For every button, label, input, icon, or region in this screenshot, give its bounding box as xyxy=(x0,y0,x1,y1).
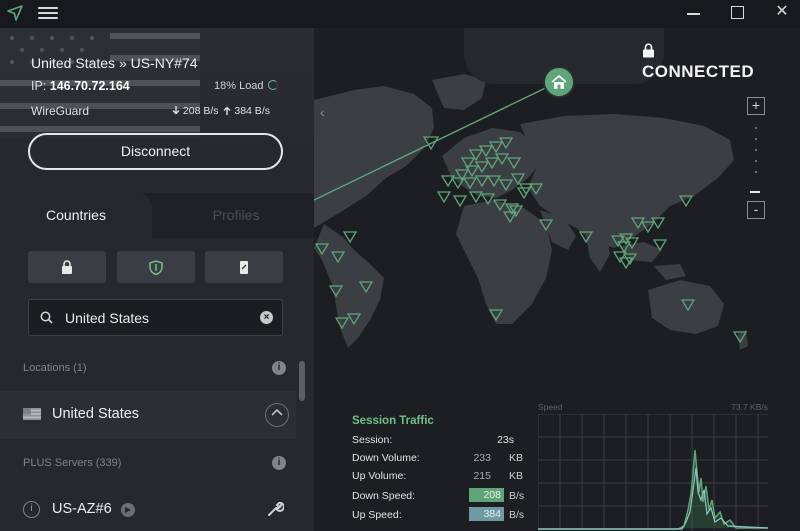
load-text: 18% Load xyxy=(214,80,264,92)
tab-profiles[interactable]: Profiles xyxy=(158,193,314,238)
protocol: WireGuard xyxy=(31,104,90,118)
zoom-out-button[interactable]: - xyxy=(747,201,765,219)
server-load: 18% Load xyxy=(214,80,278,92)
streaming-filter-button[interactable] xyxy=(205,251,283,283)
plus-info-icon[interactable]: i xyxy=(272,456,286,470)
session-traffic-panel: Session Traffic Session: 23s Down Volume… xyxy=(352,410,542,530)
traffic-unit: KB xyxy=(509,452,524,464)
session-traffic-title: Session Traffic xyxy=(352,415,434,427)
traffic-unit: KB xyxy=(509,470,524,482)
lock-icon xyxy=(62,260,72,274)
traffic-unit: B/s xyxy=(509,509,525,521)
zoom-scale-tick xyxy=(755,138,757,140)
traffic-row-session: Session: 23s xyxy=(352,434,542,450)
traffic-row-up-volume: Up Volume: 215 KB xyxy=(352,470,542,486)
p2p-icon: ▶ xyxy=(121,503,135,517)
arrow-up-icon xyxy=(223,106,231,115)
traffic-row-up-speed: Up Speed: 384 B/s xyxy=(352,507,542,525)
traffic-row-down-volume: Down Volume: 233 KB xyxy=(352,452,542,468)
server-title: United States » US-NY#74 xyxy=(31,55,198,71)
tab-countries[interactable]: Countries xyxy=(0,193,152,238)
search-input[interactable]: United States × xyxy=(28,299,283,336)
zoom-scale-tick xyxy=(755,149,757,151)
traffic-label: Down Volume: xyxy=(352,452,420,464)
country-name: United States xyxy=(52,406,140,422)
zoom-scale-tick xyxy=(755,171,757,173)
connection-header: United States » US-NY#74 IP: 146.70.72.1… xyxy=(0,28,314,193)
plus-servers-section-label: PLUS Servers (339) xyxy=(23,457,122,469)
locations-section-label: Locations (1) xyxy=(23,362,87,374)
server-info-icon[interactable]: i xyxy=(23,501,40,518)
zoom-scale-tick xyxy=(755,160,757,162)
speed-graph-max-label: 73.7 KB/s xyxy=(731,402,768,412)
down-speed-value: 208 xyxy=(469,488,504,502)
minimize-button[interactable] xyxy=(686,4,702,22)
speed-graph-canvas xyxy=(538,414,768,530)
search-icon xyxy=(40,311,53,324)
collapse-sidebar-arrow-icon[interactable]: ‹ xyxy=(320,104,325,120)
wrench-icon xyxy=(268,501,284,516)
clear-search-icon[interactable]: × xyxy=(260,311,273,324)
speed-readout: 208 B/s 384 B/s xyxy=(172,105,270,117)
shield-icon xyxy=(149,259,163,275)
traffic-value: 233 xyxy=(473,452,491,464)
traffic-unit: B/s xyxy=(509,490,525,502)
traffic-value: 215 xyxy=(473,470,491,482)
up-speed-value: 384 xyxy=(469,507,504,521)
locations-info-icon[interactable]: i xyxy=(272,361,286,375)
traffic-row-down-speed: Down Speed: 208 B/s xyxy=(352,488,542,506)
zoom-scale-tick xyxy=(755,127,757,129)
zoom-in-button[interactable]: + xyxy=(747,97,765,115)
load-ring-icon xyxy=(267,80,278,90)
netshield-filter-button[interactable] xyxy=(117,251,195,283)
hamburger-menu-icon[interactable] xyxy=(38,4,58,22)
secure-core-filter-button[interactable] xyxy=(28,251,106,283)
home-icon xyxy=(551,74,567,89)
left-panel: United States » US-NY#74 IP: 146.70.72.1… xyxy=(0,28,314,531)
lock-icon xyxy=(643,43,654,58)
server-name: US-AZ#6 xyxy=(52,501,112,517)
down-speed: 208 B/s xyxy=(182,105,219,117)
connection-status-text: CONNECTED xyxy=(642,62,755,81)
arrow-down-icon xyxy=(172,106,180,115)
title-bar: ✕ xyxy=(0,0,800,28)
tab-bar: Countries Profiles xyxy=(0,193,314,238)
phone-icon xyxy=(240,260,248,274)
speed-graph-label: Speed xyxy=(538,402,563,412)
traffic-label: Up Speed: xyxy=(352,509,402,521)
server-list: Locations (1) i United States PLUS Serve… xyxy=(0,353,314,531)
connection-status: CONNECTED xyxy=(642,42,754,82)
feature-filters xyxy=(28,251,284,283)
zoom-level-indicator[interactable] xyxy=(750,191,760,193)
list-item-server[interactable]: i US-AZ#6 ▶ xyxy=(0,489,296,531)
traffic-label: Session: xyxy=(352,434,393,446)
list-item-united-states[interactable]: United States xyxy=(0,391,296,439)
ip-value: 146.70.72.164 xyxy=(49,79,130,93)
us-flag-icon xyxy=(23,408,41,420)
connected-home-pin[interactable] xyxy=(543,66,575,98)
list-scrollbar[interactable] xyxy=(299,361,305,401)
traffic-label: Down Speed: xyxy=(352,490,416,502)
map-area[interactable]: ‹ CONNECTED + - Session Traffic Session:… xyxy=(314,28,800,531)
traffic-label: Up Volume: xyxy=(352,470,407,482)
collapse-chevron-up-icon[interactable] xyxy=(265,403,289,427)
disconnect-button[interactable]: Disconnect xyxy=(28,133,283,170)
ip-label: IP: xyxy=(31,79,47,93)
ip-address: IP: 146.70.72.164 xyxy=(31,79,130,93)
close-button[interactable]: ✕ xyxy=(774,4,790,22)
protonvpn-logo-icon xyxy=(7,5,23,21)
maximize-button[interactable] xyxy=(730,4,746,22)
speed-graph: Speed 73.7 KB/s xyxy=(538,402,768,530)
up-speed: 384 B/s xyxy=(234,105,270,117)
search-value[interactable]: United States xyxy=(65,310,149,326)
traffic-value: 23s xyxy=(497,434,514,446)
